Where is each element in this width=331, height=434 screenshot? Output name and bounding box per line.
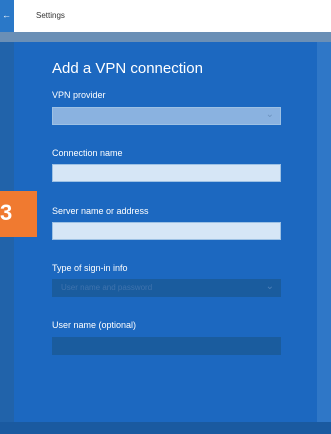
vpn-provider-label: VPN provider (52, 90, 106, 100)
vpn-dialog: Add a VPN connection VPN provider ⌄ Conn… (14, 42, 317, 422)
step-number: 3 (0, 200, 13, 225)
window-title: Settings (36, 11, 65, 20)
sign-in-type-dropdown[interactable]: User name and password ⌄ (52, 279, 281, 297)
step-badge: 3 (0, 191, 37, 237)
chevron-down-icon: ⌄ (265, 109, 274, 120)
left-edge (0, 42, 14, 434)
sign-in-type-label: Type of sign-in info (52, 263, 128, 273)
right-edge (317, 42, 331, 434)
server-address-input[interactable] (52, 222, 281, 240)
back-arrow-icon: ← (2, 10, 11, 20)
chevron-down-icon: ⌄ (265, 281, 274, 292)
server-address-label: Server name or address (52, 206, 149, 216)
connection-name-input[interactable] (52, 164, 281, 182)
user-name-input[interactable] (52, 337, 281, 355)
footer (0, 422, 331, 434)
dialog-heading: Add a VPN connection (52, 60, 203, 77)
title-bar: ← Settings (0, 0, 331, 42)
title-bar-divider (0, 32, 331, 42)
vpn-provider-dropdown[interactable]: ⌄ (52, 107, 281, 125)
user-name-label: User name (optional) (52, 320, 137, 330)
connection-name-label: Connection name (52, 148, 123, 158)
sign-in-type-value: User name and password (61, 283, 153, 292)
back-button[interactable]: ← (0, 0, 14, 32)
